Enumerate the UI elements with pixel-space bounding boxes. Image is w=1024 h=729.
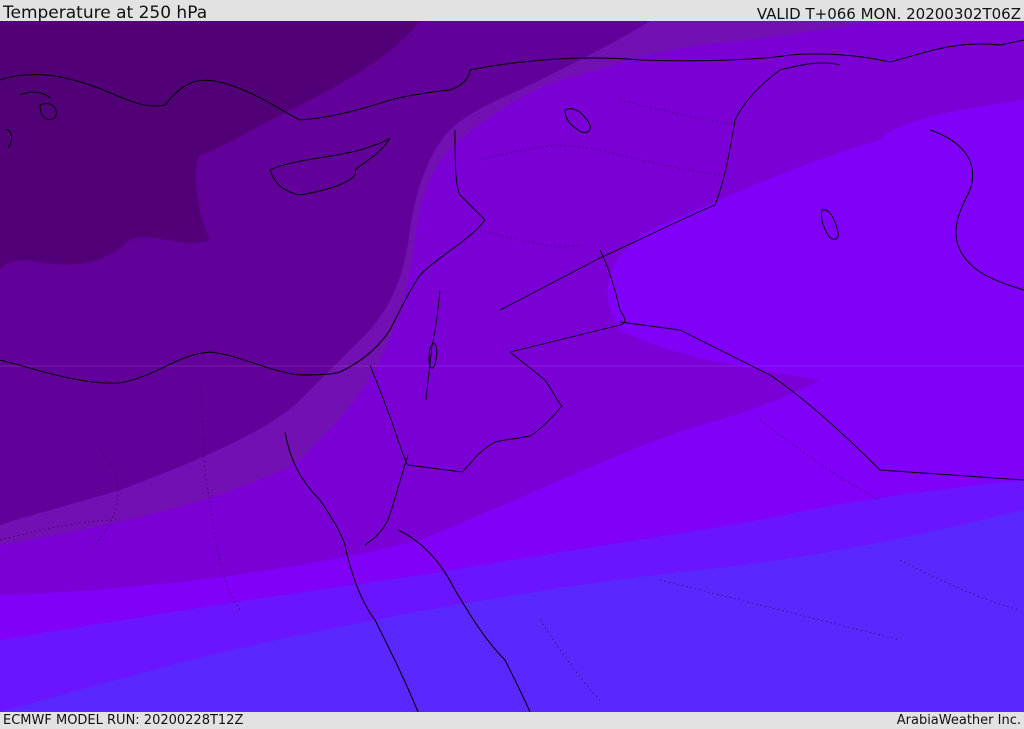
- model-run-label: ECMWF MODEL RUN: 20200228T12Z: [3, 713, 244, 728]
- map-title: Temperature at 250 hPa: [3, 3, 208, 23]
- credit-label: ArabiaWeather Inc.: [896, 713, 1021, 728]
- weather-map: [0, 21, 1024, 712]
- header-bar: Temperature at 250 hPa VALID T+066 MON. …: [0, 0, 1024, 23]
- temperature-map-svg: [0, 21, 1024, 712]
- footer-bar: ECMWF MODEL RUN: 20200228T12Z ArabiaWeat…: [0, 712, 1024, 729]
